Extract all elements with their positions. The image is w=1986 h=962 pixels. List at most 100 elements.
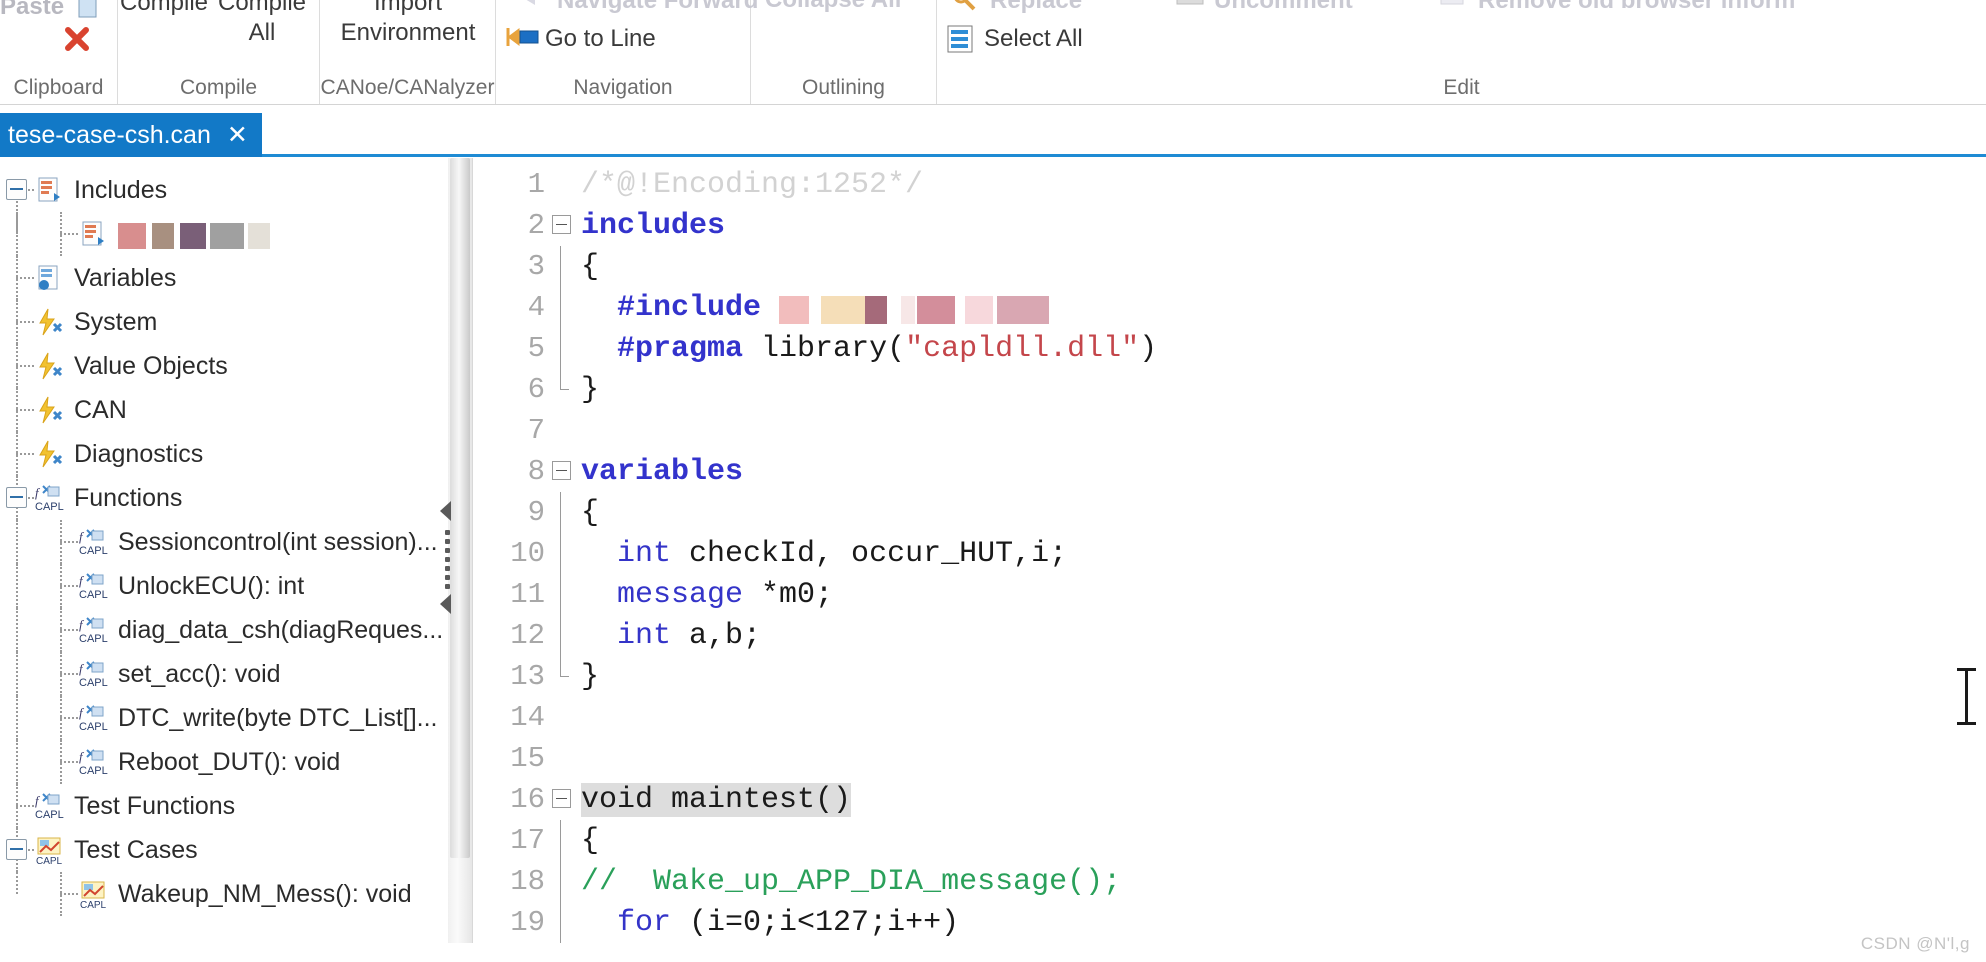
code-line[interactable]: 9{ [473, 492, 1986, 533]
pane-splitter[interactable] [440, 158, 458, 943]
splitter-collapse-arrow-top[interactable] [440, 501, 451, 521]
close-icon[interactable]: ✕ [227, 122, 248, 148]
capl-browser-tree-pane[interactable]: Includes Variables System Value Objects CAN D… [0, 158, 448, 943]
code-token: a,b; [671, 618, 762, 653]
fold-gutter[interactable] [549, 738, 575, 779]
capl-function-icon: f CAPL [34, 483, 64, 513]
code-line[interactable]: 10 int checkId, occur_HUT,i; [473, 533, 1986, 574]
tree-item-value-objects[interactable]: Value Objects [0, 344, 448, 388]
code-line[interactable]: 6} [473, 369, 1986, 410]
tree-item-variables[interactable]: Variables [0, 256, 448, 300]
go-to-line-button[interactable]: Go to Line [506, 24, 656, 54]
fold-gutter[interactable] [549, 656, 575, 697]
tree-item-dtc-write-byte-dtc-list[interactable]: f CAPL DTC_write(byte DTC_List[]... [0, 696, 448, 740]
select-all-button[interactable]: Select All [945, 24, 1083, 54]
splitter-collapse-arrow-bottom[interactable] [440, 594, 451, 614]
import-environment-button[interactable]: Import Environment [320, 0, 496, 48]
code-text: { [575, 250, 599, 284]
tree-item-functions[interactable]: f CAPL Functions [0, 476, 448, 520]
tree-connector-line [60, 761, 78, 763]
replace-button[interactable]: Replace [951, 0, 1082, 16]
code-line[interactable]: 4 #include [473, 287, 1986, 328]
collapse-all-button[interactable]: Collapse All [765, 0, 901, 14]
code-line[interactable]: 7 [473, 410, 1986, 451]
paste-button[interactable]: Paste [0, 0, 103, 22]
code-editor[interactable]: 1/*@!Encoding:1252*/2 includes 3{4 #includ… [473, 158, 1986, 943]
fold-gutter[interactable] [549, 533, 575, 574]
fold-guide-line [560, 574, 561, 615]
event-icon [34, 439, 64, 469]
tree-connector-line [60, 233, 78, 235]
tree-item-test-cases[interactable]: CAPL Test Cases [0, 828, 448, 872]
tree-trunk-line [16, 696, 18, 740]
code-line[interactable]: 12 int a,b; [473, 615, 1986, 656]
event-icon [34, 395, 64, 425]
fold-collapse-icon[interactable] [552, 215, 571, 234]
delete-button[interactable] [62, 24, 92, 54]
fold-gutter[interactable] [549, 205, 575, 246]
splitter-grip-dots[interactable] [445, 530, 451, 589]
tab-tese-case-csh-can[interactable]: tese-case-csh.can ✕ [0, 113, 262, 157]
tree-item-unlockecu-int[interactable]: f CAPL UnlockECU(): int [0, 564, 448, 608]
tree-expander-toggle[interactable] [6, 179, 27, 200]
remove-browser-info-button[interactable]: Remove old browser inform [1439, 0, 1795, 16]
tree-item-includes[interactable]: Includes [0, 168, 448, 234]
fold-gutter[interactable] [549, 779, 575, 820]
tree-item-test-functions[interactable]: f CAPL Test Functions [0, 784, 448, 828]
code-text: for (i=0;i<127;i++) [575, 906, 959, 940]
tree-expander-toggle[interactable] [6, 487, 27, 508]
tree-item-diagnostics[interactable]: Diagnostics [0, 432, 448, 476]
fold-gutter[interactable] [549, 287, 575, 328]
compile-button[interactable]: Compile [120, 0, 208, 18]
remove-browser-info-label: Remove old browser inform [1478, 0, 1796, 14]
tree-item-set-acc-void[interactable]: f CAPL set_acc(): void [0, 652, 448, 696]
fold-gutter[interactable] [549, 164, 575, 205]
code-line[interactable]: 1 /*@!Encoding:1252*/ [473, 164, 1986, 205]
tree-item-diag-data-csh-diagreques[interactable]: f CAPL diag_data_csh(diagReques... [0, 608, 448, 652]
test-case-icon: CAPL [34, 835, 64, 867]
code-line[interactable]: 18 // Wake_up_APP_DIA_message(); [473, 861, 1986, 902]
tree-item-redacted[interactable] [0, 212, 448, 256]
fold-gutter[interactable] [549, 697, 575, 738]
tree-expander-toggle[interactable] [6, 839, 27, 860]
tree-item-wakeup-nm-mess-void[interactable]: CAPL Wakeup_NM_Mess(): void [0, 872, 448, 916]
fold-collapse-icon[interactable] [552, 461, 571, 480]
tree-item-sessioncontrol-int-session[interactable]: f CAPL Sessioncontrol(int session)... [0, 520, 448, 564]
uncomment-button[interactable]: Uncomment [1175, 0, 1353, 16]
fold-gutter[interactable] [549, 820, 575, 861]
tree-item-can[interactable]: CAN [0, 388, 448, 432]
fold-gutter[interactable] [549, 492, 575, 533]
fold-gutter[interactable] [549, 369, 575, 410]
code-line[interactable]: 17 { [473, 820, 1986, 861]
tree-item-reboot-dut-void[interactable]: f CAPL Reboot_DUT(): void [0, 740, 448, 784]
code-line[interactable]: 11 message *m0; [473, 574, 1986, 615]
code-line[interactable]: 19 for (i=0;i<127;i++) [473, 902, 1986, 943]
uncomment-icon [1175, 0, 1205, 16]
code-line[interactable]: 13} [473, 656, 1986, 697]
code-line[interactable]: 14 [473, 697, 1986, 738]
code-line[interactable]: 15 [473, 738, 1986, 779]
code-line[interactable]: 5 #pragma library("capldll.dll") [473, 328, 1986, 369]
line-number: 14 [510, 701, 545, 734]
fold-gutter[interactable] [549, 861, 575, 902]
code-line[interactable]: 8 variables [473, 451, 1986, 492]
code-line[interactable]: 3{ [473, 246, 1986, 287]
code-line[interactable]: 2 includes [473, 205, 1986, 246]
compile-all-button[interactable]: Compile All [210, 0, 314, 48]
capl-function-icon: f CAPL [78, 527, 108, 557]
fold-gutter[interactable] [549, 902, 575, 943]
tree-item-system[interactable]: System [0, 300, 448, 344]
fold-gutter[interactable] [549, 410, 575, 451]
code-token: message [617, 577, 744, 612]
code-line[interactable]: 16 void maintest() [473, 779, 1986, 820]
navigate-forward-button[interactable]: Navigate Forward [518, 0, 758, 16]
fold-gutter[interactable] [549, 246, 575, 287]
fold-gutter[interactable] [549, 451, 575, 492]
code-text: } [575, 373, 599, 407]
fold-gutter[interactable] [549, 328, 575, 369]
code-lines: 1/*@!Encoding:1252*/2 includes 3{4 #includ… [473, 158, 1986, 943]
fold-gutter[interactable] [549, 574, 575, 615]
fold-gutter[interactable] [549, 615, 575, 656]
fold-collapse-icon[interactable] [552, 789, 571, 808]
